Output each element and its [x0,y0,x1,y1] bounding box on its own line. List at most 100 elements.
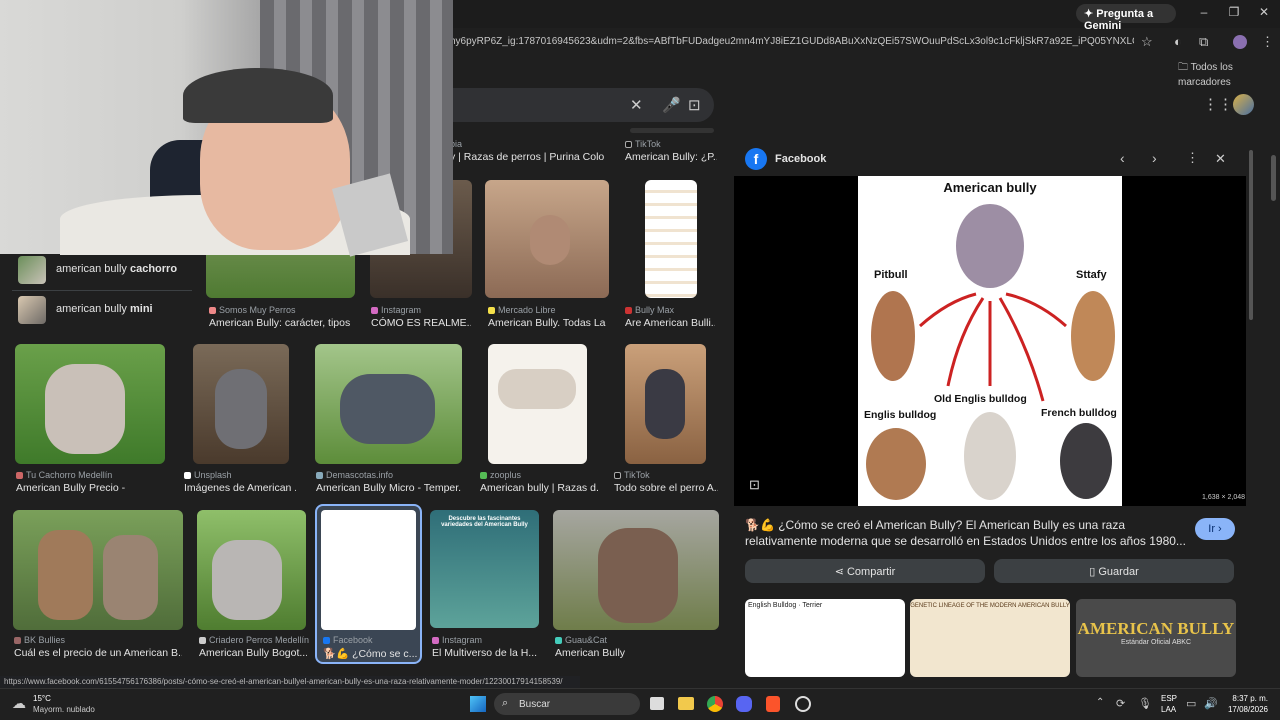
result-caption[interactable]: American bully | Razas d... [480,482,598,494]
taskbar-search[interactable] [494,693,640,715]
result-source: Criadero Perros Medellín [199,635,309,645]
weather-desc[interactable]: Mayorm. nublado [33,705,95,714]
result-thumbnail[interactable] [553,510,719,630]
weather-icon: ☁ [12,695,26,711]
related-image[interactable]: GENETIC LINEAGE OF THE MODERN AMERICAN B… [910,599,1070,677]
result-thumbnail[interactable] [13,510,183,630]
result-thumbnail[interactable] [625,344,706,464]
share-button[interactable]: ⋖ Compartir [745,559,985,583]
task-view-icon[interactable] [650,697,664,710]
discord-icon[interactable] [736,696,752,712]
lang-primary[interactable]: ESP [1161,694,1177,703]
result-caption[interactable]: American Bully [555,647,675,659]
star-icon[interactable]: ☆ [1141,34,1153,50]
result-thumbnail[interactable] [193,344,289,464]
result-caption[interactable]: American Bully: carácter, tipos ... [209,317,354,329]
suggestion-item[interactable]: american bully cachorro [12,252,192,288]
result-thumbnail[interactable] [197,510,306,630]
result-caption[interactable]: American Bully. Todas La... [488,317,606,329]
result-source: Unsplash [184,470,232,480]
volume-icon[interactable]: 🔊 [1204,697,1218,710]
apps-grid-icon[interactable]: ⋮⋮ [1203,95,1233,113]
result-source: Guau&Cat [555,635,607,645]
mic-tray-icon[interactable]: 🎙 [1138,697,1152,710]
result-caption[interactable]: American Bully Bogot... [199,647,307,659]
windows-start-icon[interactable] [470,696,486,712]
tray-chevron-icon[interactable]: ⌃ [1096,697,1104,708]
result-caption[interactable]: Imágenes de American ... [184,482,296,494]
svg-text:Old Englis bulldog: Old Englis bulldog [934,393,1027,405]
file-explorer-icon[interactable] [678,697,694,710]
svg-text:French bulldog: French bulldog [1041,407,1117,419]
gemini-button[interactable]: ✦ Pregunta a Gemini [1076,4,1176,32]
tray-app-icon[interactable]: ⟳ [1116,697,1125,710]
bookmark-icon: ▯ [1089,566,1099,578]
close-window-icon[interactable]: ✕ [1254,5,1274,19]
clear-icon[interactable]: ✕ [630,96,643,114]
scrollbar-thumb[interactable] [1271,155,1276,201]
result-caption[interactable]: El Multiverso de la H... [432,647,540,659]
clock-date[interactable]: 17/08/2026 [1222,705,1268,714]
related-image[interactable]: English Bulldog · Terrier [745,599,905,677]
puzzle-icon[interactable]: ⧉ [1199,34,1208,50]
menu-icon[interactable]: ⋮ [1261,34,1274,50]
account-avatar[interactable] [1233,94,1254,115]
preview-source[interactable]: Facebook [775,153,826,165]
app-icon[interactable] [795,696,811,712]
svg-text:Sttafy: Sttafy [1076,269,1107,281]
lens-icon[interactable]: ⊡ [688,96,701,114]
result-thumbnail[interactable] [315,344,462,464]
brave-icon[interactable] [766,696,780,712]
result-caption[interactable]: Are American Bulli... [625,317,715,329]
bookmarks-folder[interactable]: 🗀 Todos los marcadores [1178,60,1280,88]
minimize-icon[interactable]: – [1194,5,1214,19]
taskbar-search-label: Buscar [519,699,551,710]
result-caption[interactable]: American Bully Precio - [16,482,176,494]
visit-button[interactable]: Ir › [1195,518,1235,540]
result-source: Somos Muy Perros [209,305,296,315]
result-caption[interactable]: Cuál es el precio de un American B... [14,647,182,659]
lang-secondary[interactable]: LAA [1161,705,1176,714]
restore-icon[interactable]: ❐ [1224,5,1244,19]
lens-search-icon[interactable]: ⊡ [749,477,760,493]
weather-temp[interactable]: 15°C [33,694,51,703]
save-button[interactable]: ▯ Guardar [994,559,1234,583]
result-source: TikTok [625,139,661,149]
result-thumbnail[interactable] [630,128,714,133]
related-image[interactable]: AMERICAN BULLY Estándar Oficial ABKC [1076,599,1236,677]
result-source: Instagram [432,635,482,645]
result-thumbnail[interactable] [485,180,609,298]
taskbar [0,688,1280,720]
close-preview-icon[interactable]: ✕ [1215,151,1226,167]
result-thumbnail[interactable] [15,344,165,464]
result-caption[interactable]: Todo sobre el perro A... [614,482,718,494]
taskbar-search-icon: ⌕ [502,697,509,709]
prev-icon[interactable]: ‹ [1120,150,1125,166]
profile-avatar[interactable] [1233,35,1247,49]
next-icon[interactable]: › [1152,150,1157,166]
result-caption[interactable]: CÓMO ES REALME... [371,317,471,329]
network-icon[interactable]: ▭ [1186,697,1196,710]
extension-icon[interactable]: ◐ [1174,34,1182,49]
result-thumbnail[interactable] [645,180,697,298]
chrome-icon[interactable] [707,696,723,712]
result-caption[interactable]: American Bully Micro - Temper... [316,482,461,494]
panel-scrollbar[interactable] [1249,150,1253,320]
result-caption[interactable]: 🐕💪 ¿Cómo se c... [323,647,418,660]
result-source: BK Bullies [14,635,65,645]
result-thumbnail[interactable]: Descubre las fascinantes variedades del … [430,510,539,628]
result-source: zooplus [480,470,521,480]
more-icon[interactable]: ⋮ [1186,150,1199,166]
facebook-icon: f [745,148,767,170]
mic-icon[interactable]: 🎤 [662,96,681,114]
suggestion-item[interactable]: american bully mini [12,292,192,328]
address-bar[interactable]: hy6pyRP6Z_ig:1787016945623&udm=2&fbs=ABf… [450,32,1134,52]
result-caption[interactable]: y | Razas de perros | Purina Colo... [450,151,605,163]
preview-description[interactable]: 🐕💪 ¿Cómo se creó el American Bully? El A… [745,517,1187,551]
result-thumbnail[interactable] [488,344,587,464]
webcam-overlay [0,0,453,257]
preview-image[interactable]: American bully Pitbull Sttafy Old Englis… [858,176,1122,506]
clock-time[interactable]: 8:37 p. m. [1226,694,1268,703]
result-caption[interactable]: American Bully: ¿P... [625,151,717,163]
folder-icon: 🗀 [1178,62,1191,73]
